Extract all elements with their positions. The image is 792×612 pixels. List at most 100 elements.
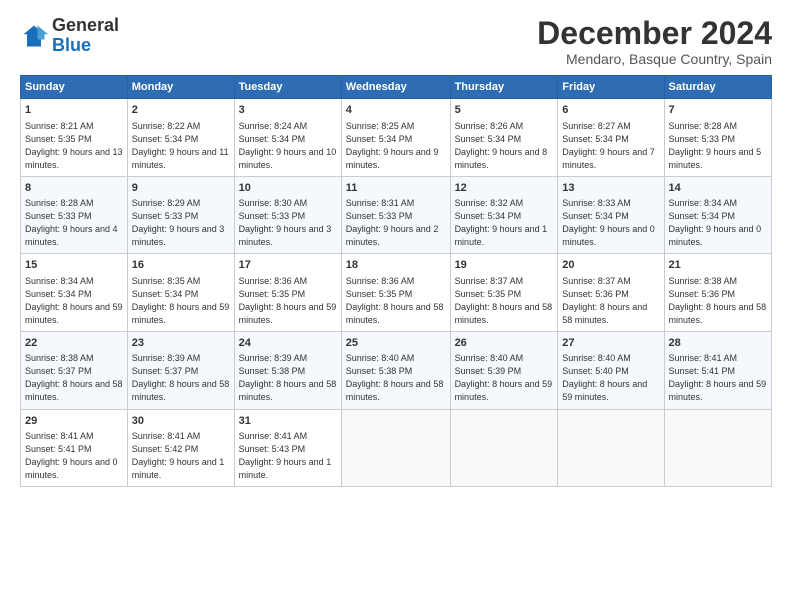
calendar-cell: 2Sunrise: 8:22 AM Sunset: 5:34 PM Daylig… bbox=[127, 99, 234, 177]
calendar-cell: 8Sunrise: 8:28 AM Sunset: 5:33 PM Daylig… bbox=[21, 176, 128, 254]
calendar-cell: 5Sunrise: 8:26 AM Sunset: 5:34 PM Daylig… bbox=[450, 99, 558, 177]
calendar-cell: 18 Sunrise: 8:36 AM Sunset: 5:35 PM Dayli… bbox=[341, 254, 450, 332]
calendar-cell: 10Sunrise: 8:30 AM Sunset: 5:33 PM Dayli… bbox=[234, 176, 341, 254]
day-number: 13 bbox=[562, 181, 659, 196]
day-content: Sunrise: 8:41 AM Sunset: 5:42 PM Dayligh… bbox=[132, 430, 230, 482]
calendar-cell: 19 Sunrise: 8:37 AM Sunset: 5:35 PM Dayli… bbox=[450, 254, 558, 332]
day-number: 14 bbox=[669, 181, 767, 196]
day-number: 16 bbox=[132, 258, 230, 273]
calendar-body: 1 Sunrise: 8:21 AM Sunset: 5:35 PM Daylig… bbox=[21, 99, 772, 487]
day-content: Sunrise: 8:29 AM Sunset: 5:33 PM Dayligh… bbox=[132, 197, 230, 249]
day-number: 26 bbox=[455, 336, 554, 351]
day-number: 28 bbox=[669, 336, 767, 351]
weekday-header-thursday: Thursday bbox=[450, 76, 558, 99]
day-content: Sunrise: 8:27 AM Sunset: 5:34 PM Dayligh… bbox=[562, 120, 659, 172]
day-number: 6 bbox=[562, 103, 659, 118]
weekday-header-saturday: Saturday bbox=[664, 76, 771, 99]
day-number: 23 bbox=[132, 336, 230, 351]
calendar-week-4: 22Sunrise: 8:38 AM Sunset: 5:37 PM Dayli… bbox=[21, 331, 772, 409]
calendar-cell bbox=[664, 409, 771, 487]
weekday-header-row: SundayMondayTuesdayWednesdayThursdayFrid… bbox=[21, 76, 772, 99]
weekday-header-friday: Friday bbox=[558, 76, 664, 99]
day-content: Sunrise: 8:30 AM Sunset: 5:33 PM Dayligh… bbox=[239, 197, 337, 249]
day-number: 24 bbox=[239, 336, 337, 351]
calendar-cell: 20 Sunrise: 8:37 AM Sunset: 5:36 PM Dayli… bbox=[558, 254, 664, 332]
calendar-cell: 16 Sunrise: 8:35 AM Sunset: 5:34 PM Dayli… bbox=[127, 254, 234, 332]
day-content: Sunrise: 8:39 AM Sunset: 5:38 PM Dayligh… bbox=[239, 352, 337, 404]
calendar-cell: 28Sunrise: 8:41 AM Sunset: 5:41 PM Dayli… bbox=[664, 331, 771, 409]
calendar-cell: 29Sunrise: 8:41 AM Sunset: 5:41 PM Dayli… bbox=[21, 409, 128, 487]
day-number: 4 bbox=[346, 103, 446, 118]
calendar-week-2: 8Sunrise: 8:28 AM Sunset: 5:33 PM Daylig… bbox=[21, 176, 772, 254]
calendar-page: General Blue December 2024 Mendaro, Basq… bbox=[0, 0, 792, 612]
day-content: Sunrise: 8:26 AM Sunset: 5:34 PM Dayligh… bbox=[455, 120, 554, 172]
day-content: Sunrise: 8:32 AM Sunset: 5:34 PM Dayligh… bbox=[455, 197, 554, 249]
day-content: Sunrise: 8:37 AM Sunset: 5:35 PM Dayligh… bbox=[455, 275, 554, 327]
day-number: 19 bbox=[455, 258, 554, 273]
calendar-cell: 4 Sunrise: 8:25 AM Sunset: 5:34 PM Daylig… bbox=[341, 99, 450, 177]
calendar-week-5: 29Sunrise: 8:41 AM Sunset: 5:41 PM Dayli… bbox=[21, 409, 772, 487]
day-number: 3 bbox=[239, 103, 337, 118]
weekday-header-sunday: Sunday bbox=[21, 76, 128, 99]
logo-icon bbox=[20, 22, 48, 50]
calendar-cell: 13Sunrise: 8:33 AM Sunset: 5:34 PM Dayli… bbox=[558, 176, 664, 254]
day-number: 10 bbox=[239, 181, 337, 196]
day-number: 25 bbox=[346, 336, 446, 351]
day-content: Sunrise: 8:34 AM Sunset: 5:34 PM Dayligh… bbox=[669, 197, 767, 249]
day-number: 11 bbox=[346, 181, 446, 196]
calendar-cell: 26Sunrise: 8:40 AM Sunset: 5:39 PM Dayli… bbox=[450, 331, 558, 409]
day-content: Sunrise: 8:28 AM Sunset: 5:33 PM Dayligh… bbox=[669, 120, 767, 172]
day-content: Sunrise: 8:22 AM Sunset: 5:34 PM Dayligh… bbox=[132, 120, 230, 172]
day-number: 17 bbox=[239, 258, 337, 273]
day-number: 27 bbox=[562, 336, 659, 351]
calendar-cell: 17 Sunrise: 8:36 AM Sunset: 5:35 PM Dayli… bbox=[234, 254, 341, 332]
calendar-cell: 23Sunrise: 8:39 AM Sunset: 5:37 PM Dayli… bbox=[127, 331, 234, 409]
calendar-cell: 22Sunrise: 8:38 AM Sunset: 5:37 PM Dayli… bbox=[21, 331, 128, 409]
calendar-cell: 7Sunrise: 8:28 AM Sunset: 5:33 PM Daylig… bbox=[664, 99, 771, 177]
day-content: Sunrise: 8:36 AM Sunset: 5:35 PM Dayligh… bbox=[346, 275, 446, 327]
day-number: 22 bbox=[25, 336, 123, 351]
day-content: Sunrise: 8:34 AM Sunset: 5:34 PM Dayligh… bbox=[25, 275, 123, 327]
day-content: Sunrise: 8:21 AM Sunset: 5:35 PM Dayligh… bbox=[25, 120, 123, 172]
day-number: 30 bbox=[132, 414, 230, 429]
day-content: Sunrise: 8:28 AM Sunset: 5:33 PM Dayligh… bbox=[25, 197, 123, 249]
calendar-header: SundayMondayTuesdayWednesdayThursdayFrid… bbox=[21, 76, 772, 99]
day-content: Sunrise: 8:40 AM Sunset: 5:39 PM Dayligh… bbox=[455, 352, 554, 404]
day-content: Sunrise: 8:36 AM Sunset: 5:35 PM Dayligh… bbox=[239, 275, 337, 327]
day-content: Sunrise: 8:41 AM Sunset: 5:43 PM Dayligh… bbox=[239, 430, 337, 482]
calendar-table: SundayMondayTuesdayWednesdayThursdayFrid… bbox=[20, 75, 772, 487]
day-number: 18 bbox=[346, 258, 446, 273]
day-content: Sunrise: 8:41 AM Sunset: 5:41 PM Dayligh… bbox=[25, 430, 123, 482]
day-number: 1 bbox=[25, 103, 123, 118]
weekday-header-monday: Monday bbox=[127, 76, 234, 99]
calendar-cell bbox=[341, 409, 450, 487]
day-content: Sunrise: 8:37 AM Sunset: 5:36 PM Dayligh… bbox=[562, 275, 659, 327]
day-content: Sunrise: 8:38 AM Sunset: 5:37 PM Dayligh… bbox=[25, 352, 123, 404]
day-number: 21 bbox=[669, 258, 767, 273]
logo-line1: General bbox=[52, 16, 119, 36]
calendar-cell: 31Sunrise: 8:41 AM Sunset: 5:43 PM Dayli… bbox=[234, 409, 341, 487]
weekday-header-wednesday: Wednesday bbox=[341, 76, 450, 99]
logo: General Blue bbox=[20, 16, 119, 56]
day-content: Sunrise: 8:35 AM Sunset: 5:34 PM Dayligh… bbox=[132, 275, 230, 327]
day-content: Sunrise: 8:38 AM Sunset: 5:36 PM Dayligh… bbox=[669, 275, 767, 327]
day-number: 29 bbox=[25, 414, 123, 429]
day-number: 31 bbox=[239, 414, 337, 429]
day-number: 8 bbox=[25, 181, 123, 196]
main-title: December 2024 bbox=[537, 16, 772, 51]
calendar-cell bbox=[558, 409, 664, 487]
day-number: 20 bbox=[562, 258, 659, 273]
calendar-week-1: 1 Sunrise: 8:21 AM Sunset: 5:35 PM Daylig… bbox=[21, 99, 772, 177]
day-content: Sunrise: 8:40 AM Sunset: 5:38 PM Dayligh… bbox=[346, 352, 446, 404]
day-content: Sunrise: 8:25 AM Sunset: 5:34 PM Dayligh… bbox=[346, 120, 446, 172]
calendar-cell: 1 Sunrise: 8:21 AM Sunset: 5:35 PM Daylig… bbox=[21, 99, 128, 177]
day-content: Sunrise: 8:39 AM Sunset: 5:37 PM Dayligh… bbox=[132, 352, 230, 404]
weekday-header-tuesday: Tuesday bbox=[234, 76, 341, 99]
calendar-cell: 24Sunrise: 8:39 AM Sunset: 5:38 PM Dayli… bbox=[234, 331, 341, 409]
calendar-cell: 21 Sunrise: 8:38 AM Sunset: 5:36 PM Dayli… bbox=[664, 254, 771, 332]
title-block: December 2024 Mendaro, Basque Country, S… bbox=[537, 16, 772, 67]
subtitle: Mendaro, Basque Country, Spain bbox=[537, 51, 772, 67]
calendar-cell: 3 Sunrise: 8:24 AM Sunset: 5:34 PM Daylig… bbox=[234, 99, 341, 177]
day-content: Sunrise: 8:24 AM Sunset: 5:34 PM Dayligh… bbox=[239, 120, 337, 172]
day-content: Sunrise: 8:33 AM Sunset: 5:34 PM Dayligh… bbox=[562, 197, 659, 249]
